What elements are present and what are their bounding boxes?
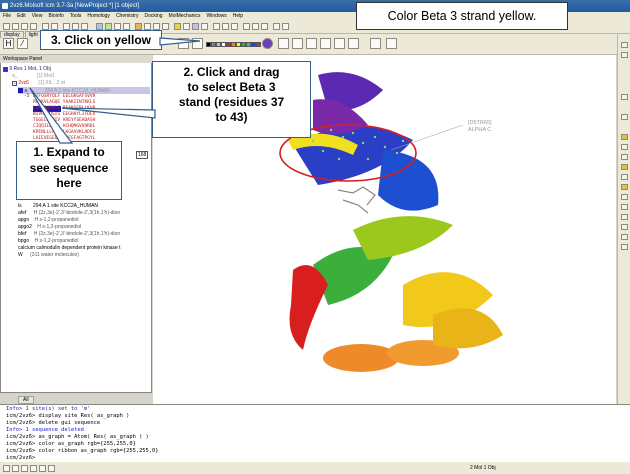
pointer-step3 bbox=[159, 37, 201, 46]
callout-pointers bbox=[29, 37, 201, 144]
pointer-step1 bbox=[29, 87, 74, 144]
pointer-step2 bbox=[61, 107, 156, 119]
